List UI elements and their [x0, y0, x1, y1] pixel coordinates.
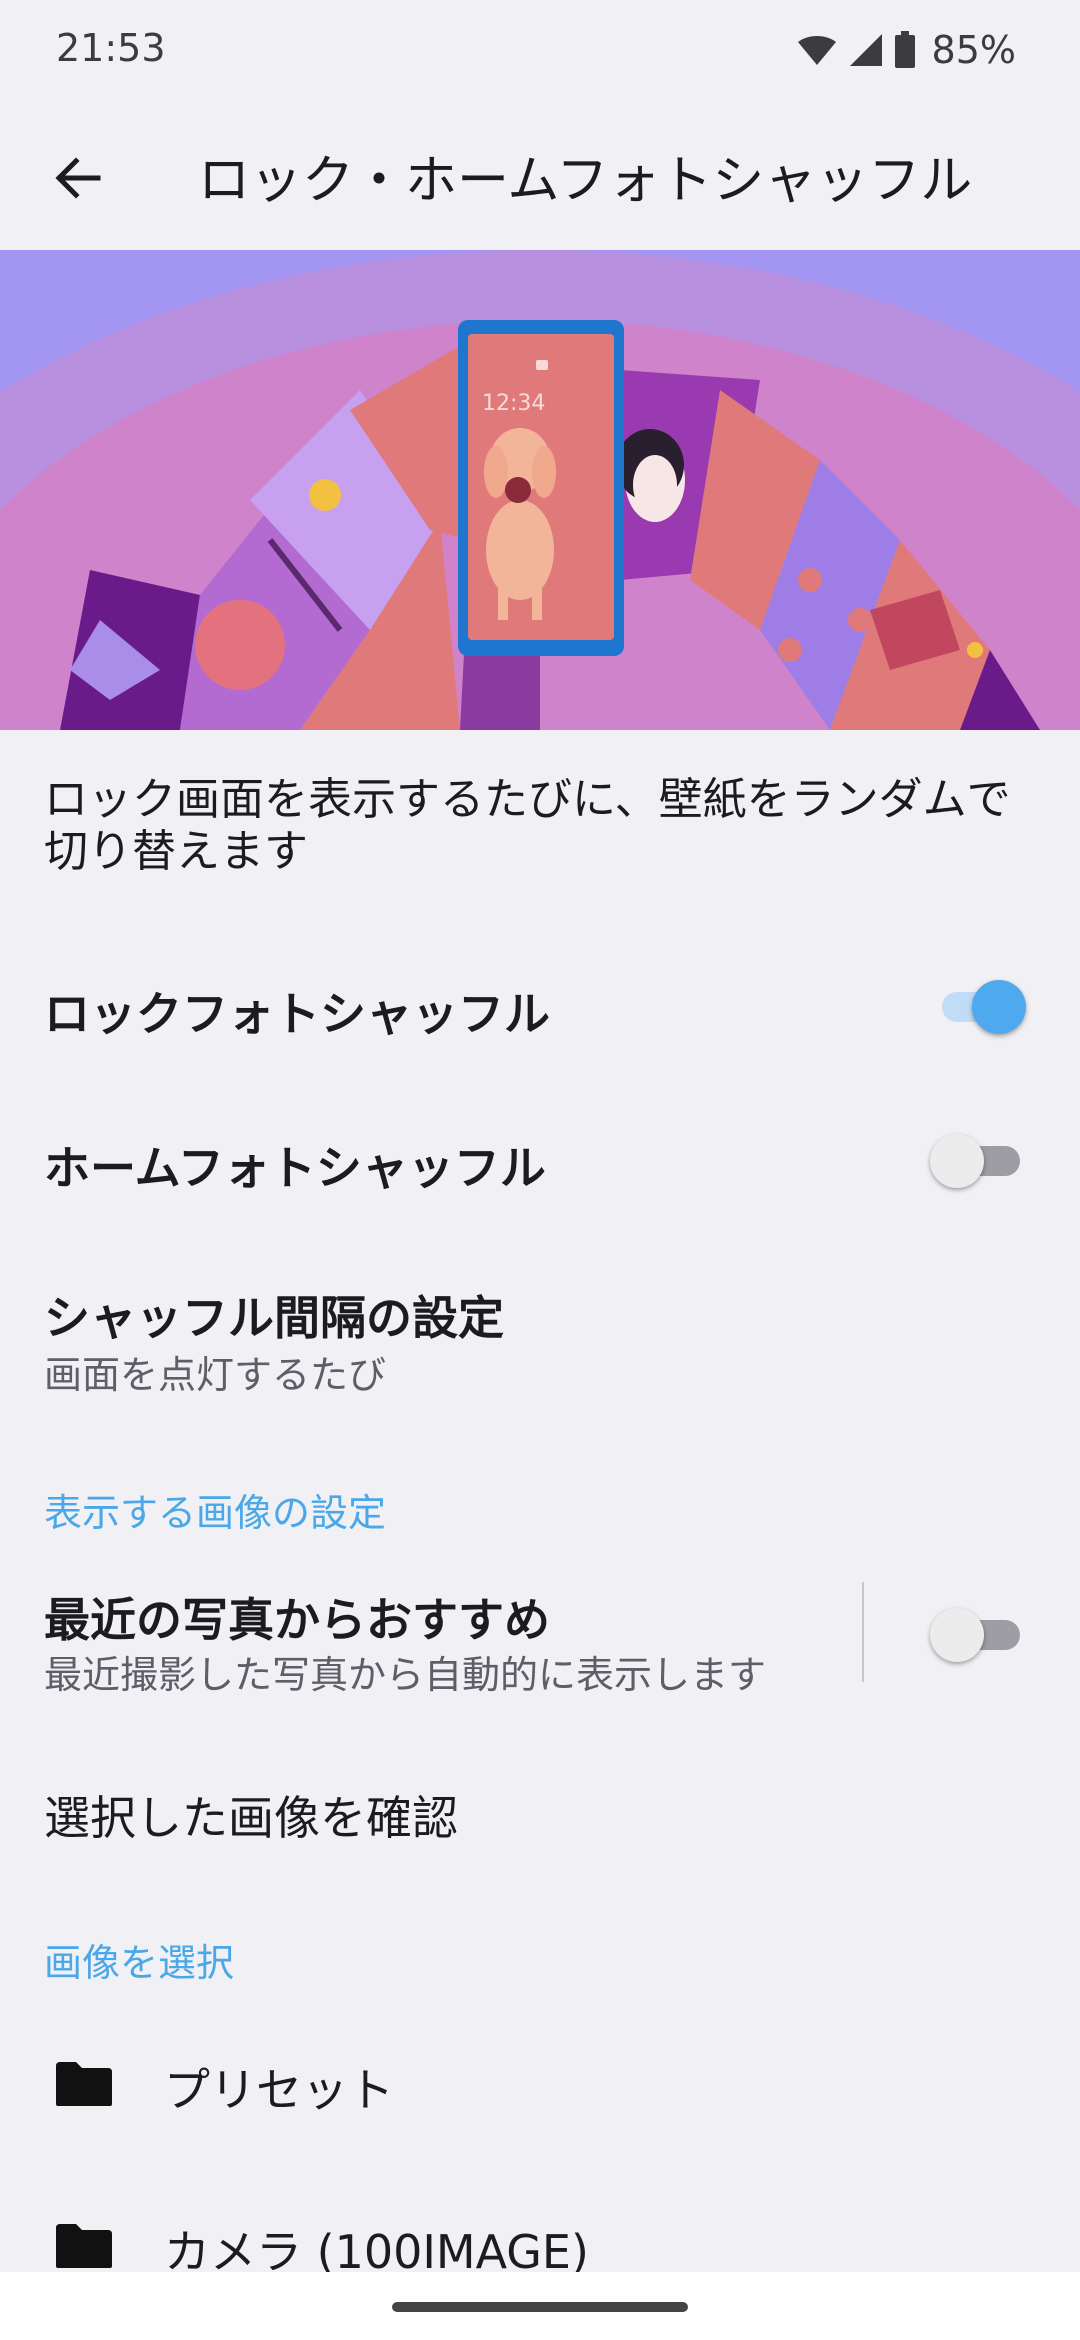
- hero-illustration-art: 12:34: [0, 250, 1080, 730]
- switch-thumb: [972, 980, 1026, 1034]
- recent-photos-label: 最近の写真からおすすめ: [44, 1593, 550, 1647]
- page-title: ロック・ホームフォトシャッフル: [198, 151, 973, 211]
- back-button[interactable]: [30, 130, 126, 226]
- home-shuffle-row[interactable]: ホームフォトシャッフル: [0, 1090, 1080, 1230]
- battery-icon: [894, 31, 915, 68]
- folder-row-preset[interactable]: プリセット: [0, 2010, 1080, 2160]
- status-time: 21:53: [56, 26, 166, 70]
- recent-photos-row[interactable]: 最近の写真からおすすめ 最近撮影した写真から自動的に表示します: [0, 1560, 1080, 1730]
- shuffle-interval-value: 画面を点灯するたび: [44, 1353, 387, 1397]
- gesture-nav-bar: [0, 2272, 1080, 2340]
- phone-clock: 12:34: [482, 391, 545, 416]
- switch-thumb: [930, 1134, 984, 1188]
- battery-percent: 85%: [931, 28, 1016, 72]
- folder-icon: [56, 2062, 112, 2106]
- status-bar: 21:53 85%: [0, 0, 1080, 100]
- lock-shuffle-row[interactable]: ロックフォトシャッフル: [0, 940, 1080, 1070]
- folder-icon: [56, 2224, 112, 2268]
- lock-shuffle-switch[interactable]: [930, 976, 1026, 1036]
- section-header-select-images: 画像を選択: [44, 1941, 235, 1985]
- recent-photos-switch[interactable]: [930, 1604, 1026, 1664]
- confirm-selected-row[interactable]: 選択した画像を確認: [0, 1740, 1080, 1880]
- lock-shuffle-label: ロックフォトシャッフル: [44, 987, 550, 1041]
- arrow-left-icon: [55, 157, 101, 199]
- shuffle-interval-row[interactable]: シャッフル間隔の設定 画面を点灯するたび: [0, 1250, 1080, 1420]
- switch-thumb: [930, 1608, 984, 1662]
- wifi-icon: [797, 36, 836, 65]
- app-bar: ロック・ホームフォトシャッフル: [0, 100, 1080, 250]
- confirm-selected-label: 選択した画像を確認: [44, 1791, 458, 1845]
- description-text: ロック画面を表示するたびに、壁紙をランダムで切り替えます: [44, 774, 1011, 877]
- signal-icon: [849, 34, 882, 66]
- status-icons: 85%: [796, 26, 1016, 74]
- section-header-image-settings: 表示する画像の設定: [44, 1491, 387, 1535]
- home-shuffle-switch[interactable]: [930, 1130, 1026, 1190]
- vertical-divider: [862, 1582, 864, 1682]
- recent-photos-summary: 最近撮影した写真から自動的に表示します: [44, 1653, 767, 1697]
- shuffle-interval-label: シャッフル間隔の設定: [44, 1291, 504, 1345]
- home-handle[interactable]: [392, 2302, 688, 2312]
- hero-illustration: 12:34: [0, 250, 1080, 730]
- home-shuffle-label: ホームフォトシャッフル: [44, 1141, 546, 1195]
- folder-label: プリセット: [164, 2063, 394, 2117]
